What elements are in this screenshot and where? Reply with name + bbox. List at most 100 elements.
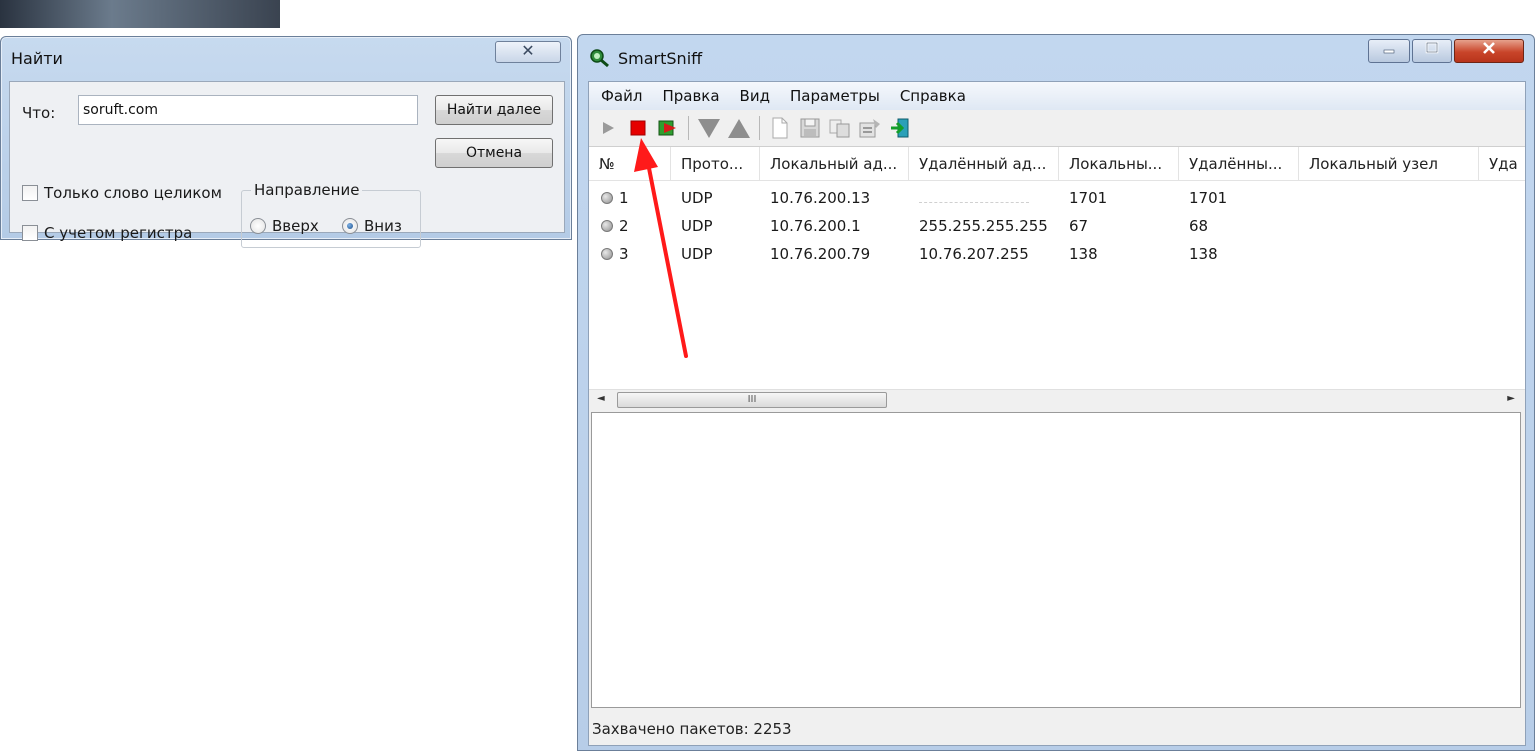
maximize-icon	[1425, 41, 1439, 54]
cell-protocol: UDP	[681, 189, 713, 207]
copy-icon	[829, 119, 850, 138]
cell-local-address: 10.76.200.1	[770, 217, 861, 235]
next-button[interactable]	[696, 114, 722, 142]
minimize-button[interactable]	[1368, 39, 1410, 63]
cell-protocol: UDP	[681, 217, 713, 235]
table-row[interactable]: 1 UDP 10.76.200.13 1701 1701	[589, 184, 1299, 212]
find-what-input[interactable]	[78, 95, 418, 125]
cell-remote-port: 138	[1189, 245, 1218, 263]
cell-local-address: 10.76.200.13	[770, 189, 871, 207]
column-header-local-port[interactable]: Локальны...	[1059, 147, 1179, 181]
menu-file[interactable]: Файл	[591, 87, 652, 105]
direction-down-option[interactable]: Вниз	[342, 217, 402, 235]
direction-up-radio[interactable]	[250, 218, 266, 234]
cell-no: 1	[589, 189, 671, 207]
scroll-left-icon[interactable]: ◄	[597, 393, 605, 404]
minimize-icon	[1383, 49, 1395, 54]
save-button[interactable]	[797, 114, 823, 142]
packet-detail-pane[interactable]	[591, 412, 1521, 708]
maximize-button[interactable]	[1412, 39, 1452, 63]
exit-button[interactable]	[887, 114, 913, 142]
whole-word-option[interactable]: Только слово целиком	[22, 184, 222, 202]
table-row[interactable]: 2 UDP 10.76.200.1 255.255.255.255 67 68	[589, 212, 1299, 240]
find-dialog: Найти ✕ Что: Найти далее Отмена Только с…	[0, 36, 572, 248]
cell-local-port: 138	[1069, 245, 1098, 263]
packet-list[interactable]: № Прото... Локальный ад... Удалённый ад.…	[589, 146, 1525, 409]
find-dialog-close-button[interactable]: ✕	[495, 41, 561, 63]
direction-down-radio[interactable]	[342, 218, 358, 234]
column-header-protocol[interactable]: Прото...	[671, 147, 760, 181]
new-button[interactable]	[767, 114, 793, 142]
cancel-button[interactable]: Отмена	[435, 138, 553, 168]
cell-remote-address: 10.76.207.255	[919, 245, 1029, 263]
cell-remote-address: 255.255.255.255	[919, 217, 1048, 235]
menu-view[interactable]: Вид	[730, 87, 780, 105]
match-case-checkbox[interactable]	[22, 225, 38, 241]
status-dot-icon	[601, 220, 613, 232]
toolbar	[589, 110, 1525, 146]
cell-local-port: 67	[1069, 217, 1089, 235]
redacted-value	[919, 193, 1029, 203]
new-file-icon	[772, 117, 788, 139]
direction-legend: Направление	[251, 181, 363, 199]
scroll-grip: III	[747, 394, 757, 405]
window-title: SmartSniff	[618, 49, 703, 68]
horizontal-scrollbar[interactable]: ◄ III ►	[589, 389, 1525, 409]
cell-remote-address-redacted	[909, 189, 1059, 207]
smartsniff-window: SmartSniff Файл Правка Вид Параметры Спр…	[577, 34, 1535, 751]
toolbar-separator	[688, 116, 689, 140]
arrow-down-icon	[698, 119, 720, 138]
smartsniff-app-icon	[590, 49, 609, 68]
column-header-local-host[interactable]: Локальный узел	[1299, 147, 1479, 181]
previous-button[interactable]	[726, 114, 752, 142]
column-header-remote-port[interactable]: Удалённы...	[1179, 147, 1299, 181]
cell-local-address: 10.76.200.79	[770, 245, 871, 263]
whole-word-label: Только слово целиком	[44, 184, 222, 202]
start-resume-button[interactable]	[655, 114, 681, 142]
cell-protocol: UDP	[681, 245, 713, 263]
status-bar: Захвачено пакетов: 2253	[592, 720, 792, 738]
status-dot-icon	[601, 248, 613, 260]
play-icon	[603, 122, 614, 134]
close-icon	[1483, 42, 1495, 54]
start-resume-icon	[658, 120, 676, 136]
status-dot-icon	[601, 192, 613, 204]
menu-bar: Файл Правка Вид Параметры Справка	[589, 82, 1525, 110]
close-button[interactable]	[1454, 39, 1524, 63]
match-case-label: С учетом регистра	[44, 224, 193, 242]
copy-button[interactable]	[827, 114, 853, 142]
menu-edit[interactable]: Правка	[652, 87, 729, 105]
save-icon	[800, 118, 820, 138]
exit-icon	[891, 118, 909, 138]
start-capture-button[interactable]	[595, 114, 621, 142]
direction-group: Направление Вверх Вниз	[241, 181, 421, 248]
direction-up-option[interactable]: Вверх	[250, 217, 319, 235]
find-next-button[interactable]: Найти далее	[435, 95, 553, 125]
list-header: № Прото... Локальный ад... Удалённый ад.…	[589, 147, 1525, 181]
properties-icon	[859, 119, 880, 138]
find-what-label: Что:	[22, 104, 56, 122]
direction-down-label: Вниз	[364, 217, 402, 235]
match-case-option[interactable]: С учетом регистра	[22, 224, 192, 242]
properties-button[interactable]	[857, 114, 883, 142]
column-header-remote-address[interactable]: Удалённый ад...	[909, 147, 1059, 181]
column-header-no[interactable]: №	[589, 147, 671, 181]
table-row[interactable]: 3 UDP 10.76.200.79 10.76.207.255 138 138	[589, 240, 1299, 268]
scrollbar-thumb[interactable]: III	[617, 392, 887, 408]
cell-remote-port: 1701	[1189, 189, 1228, 207]
cell-remote-port: 68	[1189, 217, 1209, 235]
column-header-local-address[interactable]: Локальный ад...	[760, 147, 909, 181]
whole-word-checkbox[interactable]	[22, 185, 38, 201]
scroll-right-icon[interactable]: ►	[1507, 393, 1515, 404]
stop-icon	[630, 120, 646, 136]
find-dialog-body: Что: Найти далее Отмена Только слово цел…	[9, 81, 565, 248]
stop-capture-button[interactable]	[625, 114, 651, 142]
cell-no: 2	[589, 217, 671, 235]
smartsniff-client: Файл Правка Вид Параметры Справка № Прот…	[588, 81, 1526, 746]
find-dialog-title: Найти	[11, 49, 63, 68]
toolbar-separator	[759, 116, 760, 140]
desktop-strip	[0, 0, 280, 28]
menu-help[interactable]: Справка	[890, 87, 976, 105]
menu-options[interactable]: Параметры	[780, 87, 890, 105]
column-header-remote-host[interactable]: Уда	[1479, 147, 1525, 181]
